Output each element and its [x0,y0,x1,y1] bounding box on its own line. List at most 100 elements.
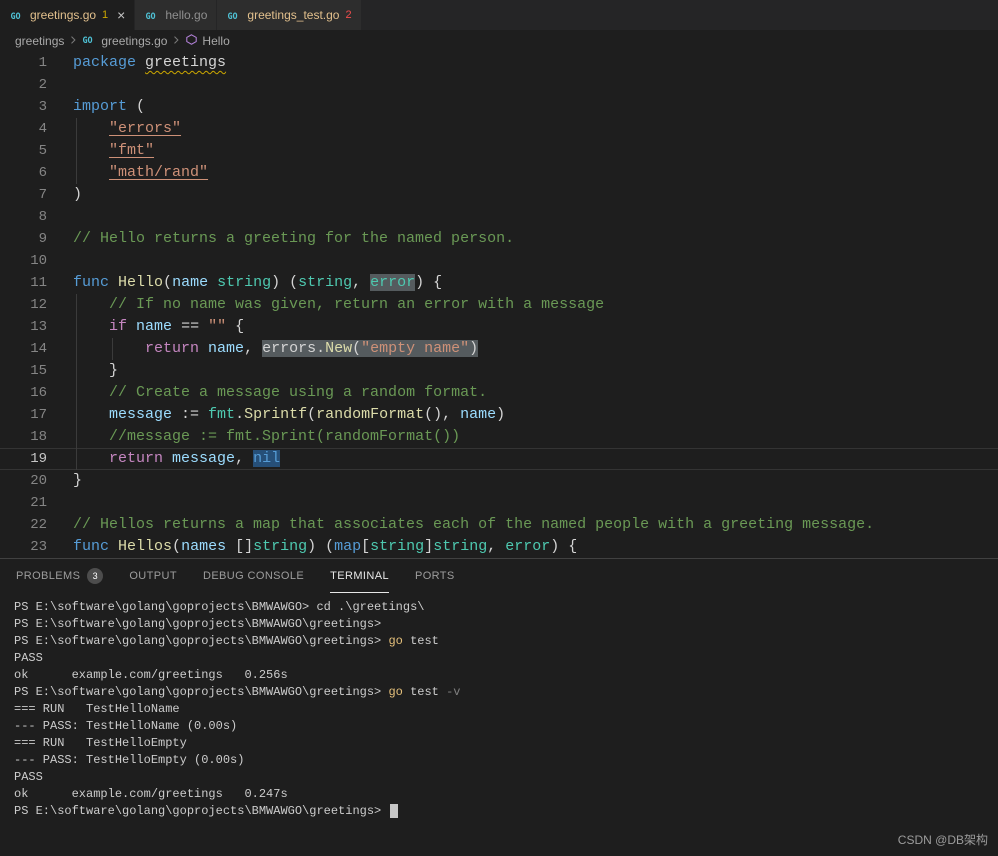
code-token: error [505,538,551,555]
code-line[interactable]: 22 // Hellos returns a map that associate… [0,514,998,536]
panel-tab-terminal[interactable]: TERMINAL [330,559,389,593]
indent-guide [112,338,113,360]
code-token: fmt [208,406,236,423]
code-token: == [172,318,209,335]
code-text: package greetings [47,52,998,74]
code-line[interactable]: 8 [0,206,998,228]
svg-text:GO: GO [146,10,156,20]
panel-tab-debug-console[interactable]: DEBUG CONSOLE [203,559,304,593]
breadcrumb-item-greetings.go[interactable]: GO greetings.go [82,32,168,50]
code-text: } [47,360,998,382]
code-line[interactable]: 23 func Hellos(names []string) (map[strin… [0,536,998,558]
code-token: } [73,472,83,489]
terminal-line: PASS [14,769,998,786]
code-token: // Hellos returns a map that associates … [73,516,875,533]
line-number: 11 [30,275,47,291]
watermark: CSDN @DB架构 [897,833,988,847]
code-token: . [235,406,245,423]
panel-tab-label: PROBLEMS [16,569,81,582]
code-line[interactable]: 14 return name, errors.New("empty name") [0,338,998,360]
code-text: } [47,470,998,492]
indent-guide [76,338,77,360]
line-number: 8 [38,209,47,225]
code-line[interactable]: 10 [0,250,998,272]
terminal[interactable]: PS E:\software\golang\goprojects\BMWAWGO… [0,593,998,820]
editor-tab-bar: GO greetings.go 1 × GO hello.go GO greetings_te… [0,0,998,30]
code-token: [ [361,538,371,555]
terminal-line: PASS [14,650,998,667]
tab-label: greetings_test.go [247,8,340,22]
code-line[interactable]: 13 if name == "" { [0,316,998,338]
line-number: 15 [30,363,47,379]
code-editor[interactable]: 1 package greetings 2 3 import (4 "errors" 5 … [0,52,998,558]
code-line[interactable]: 21 [0,492,998,514]
terminal-text: PS E:\software\golang\goprojects\BMWAWGO… [14,617,389,631]
terminal-text: --- PASS: TestHelloEmpty (0.00s) [14,753,245,767]
code-line[interactable]: 17 message := fmt.Sprintf(randomFormat()… [0,404,998,426]
terminal-cursor [390,803,399,818]
terminal-text: === RUN TestHelloName [14,702,180,716]
code-text: return message, nil [47,448,998,470]
code-line[interactable]: 3 import ( [0,96,998,118]
code-line[interactable]: 2 [0,74,998,96]
breadcrumb-label: greetings [15,34,65,48]
code-token: string [370,538,425,555]
code-text: "errors" [47,118,998,140]
tab-hello.go[interactable]: GO hello.go [135,0,217,30]
svg-text:GO: GO [83,35,93,45]
line-number: 10 [30,253,47,269]
code-line[interactable]: 16 // Create a message using a random fo… [0,382,998,404]
indent-guide [76,426,77,448]
code-token: string [433,538,488,555]
tab-greetings_test.go[interactable]: GO greetings_test.go 2 [217,0,361,30]
line-number: 9 [38,231,47,247]
terminal-line: --- PASS: TestHelloName (0.00s) [14,718,998,735]
code-token: error [370,274,416,291]
code-line[interactable]: 12 // If no name was given, return an er… [0,294,998,316]
line-number: 20 [30,473,47,489]
code-token: names [181,538,227,555]
line-number: 16 [30,385,47,401]
code-token: func [73,538,110,555]
terminal-text: PS E:\software\golang\goprojects\BMWAWGO… [14,804,389,818]
tab-label: hello.go [165,8,208,22]
indent-guide [76,162,77,184]
breadcrumb-item-greetings[interactable]: greetings [15,34,64,48]
code-line[interactable]: 9 // Hello returns a greeting for the nam… [0,228,998,250]
code-token: package [73,54,137,71]
code-line[interactable]: 15 } [0,360,998,382]
code-line[interactable]: 19 return message, nil [0,448,998,470]
code-line[interactable]: 5 "fmt" [0,140,998,162]
code-line[interactable]: 4 "errors" [0,118,998,140]
line-number: 4 [38,121,47,137]
tab-problems-badge: 1 [102,9,109,21]
code-line[interactable]: 18 //message := fmt.Sprint(randomFormat(… [0,426,998,448]
code-text: // Hellos returns a map that associates … [47,514,998,536]
terminal-text: === RUN TestHelloEmpty [14,736,187,750]
code-line[interactable]: 1 package greetings [0,52,998,74]
panel-tab-ports[interactable]: PORTS [415,559,455,593]
close-icon[interactable]: × [117,8,125,22]
tab-greetings.go[interactable]: GO greetings.go 1 × [0,0,135,30]
panel-tab-output[interactable]: OUTPUT [129,559,177,593]
code-token: , [235,450,254,467]
code-line[interactable]: 6 "math/rand" [0,162,998,184]
code-line[interactable]: 7) [0,184,998,206]
breadcrumb-item-Hello[interactable]: Hello [185,33,230,49]
panel-tab-problems[interactable]: PROBLEMS 3 [16,559,104,593]
terminal-text: -v [446,685,461,699]
svg-text:GO: GO [228,10,238,20]
code-line[interactable]: 11 func Hello(name string) (string, error… [0,272,998,294]
line-number: 5 [38,143,47,159]
line-number: 13 [30,319,47,335]
code-token: return [109,450,164,467]
code-line[interactable]: 20} [0,470,998,492]
chevron-right-icon [67,34,79,49]
